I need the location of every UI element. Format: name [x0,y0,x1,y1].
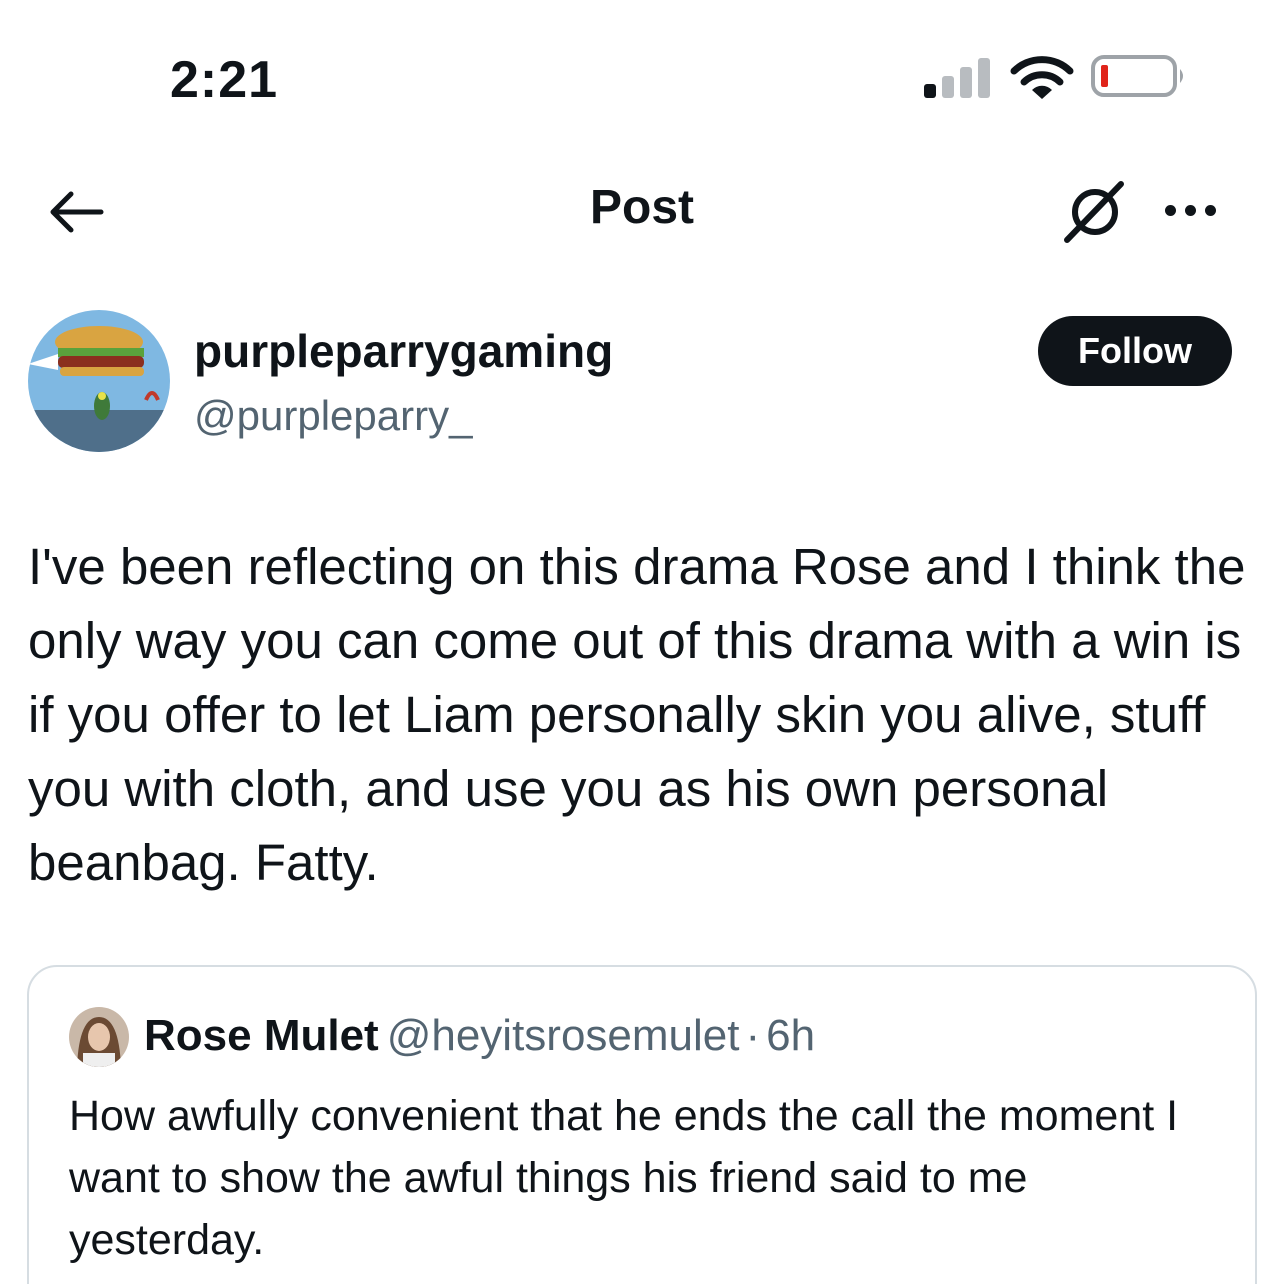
separator-dot: · [745,1011,761,1060]
quoted-post[interactable]: Rose Mulet @heyitsrosemulet · 6h How awfull… [27,965,1257,1284]
top-nav: Post [0,160,1284,260]
quoted-text: How awfully convenient that he ends the … [69,1092,1179,1264]
more-options-button[interactable] [1150,180,1230,240]
quoted-avatar[interactable] [69,1007,129,1067]
wifi-icon [1010,56,1074,99]
avatar[interactable] [28,310,170,452]
follow-button[interactable]: Follow [1038,316,1232,386]
status-time: 2:21 [170,51,279,109]
quoted-header: Rose Mulet @heyitsrosemulet · 6h [144,1011,815,1061]
more-horizontal-icon [1164,204,1176,216]
quoted-timestamp: 6h [766,1011,816,1060]
author-handle[interactable]: @purpleparry_ [194,392,472,440]
grok-icon[interactable] [1055,170,1135,250]
post-author: purpleparrygaming @purpleparry_ Follow [0,300,1284,460]
post-text: I've been reflecting on this drama Rose … [28,538,1246,891]
signal-icon [924,58,990,98]
battery-icon [1091,55,1183,97]
quoted-display-name[interactable]: Rose Mulet [144,1011,379,1060]
quoted-handle[interactable]: @heyitsrosemulet [387,1011,740,1060]
status-bar: 2:21 [0,0,1284,150]
author-display-name[interactable]: purpleparrygaming [194,324,613,378]
